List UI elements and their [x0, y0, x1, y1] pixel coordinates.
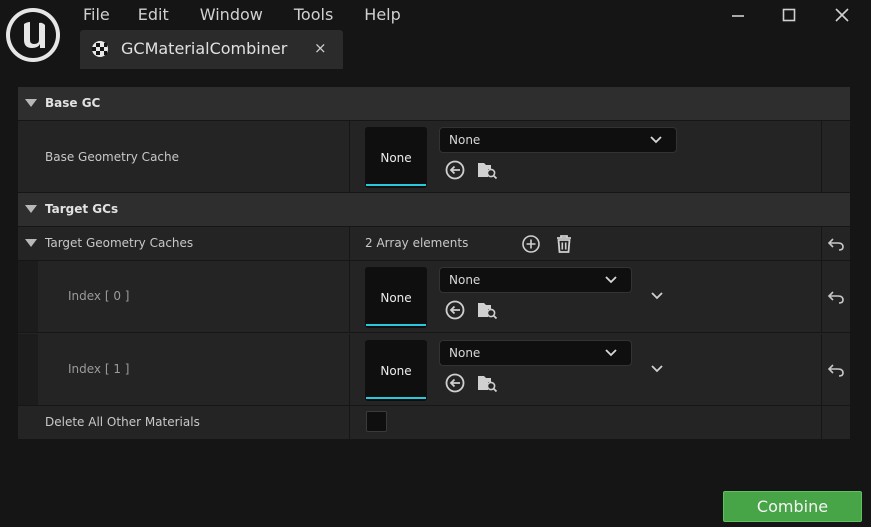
tab-title: GCMaterialCombiner — [121, 39, 288, 58]
property-label: Base Geometry Cache — [45, 150, 180, 164]
menu-help[interactable]: Help — [364, 4, 400, 25]
asset-thumbnail[interactable]: None — [365, 127, 427, 188]
indent-gutter — [18, 334, 38, 405]
array-element-row: Index [ 1 ] None None — [18, 334, 850, 405]
asset-thumbnail[interactable]: None — [365, 340, 427, 401]
reset-to-default-icon[interactable] — [827, 237, 845, 251]
menu-tools[interactable]: Tools — [294, 4, 333, 25]
expand-arrow-icon[interactable] — [25, 239, 37, 247]
combine-button[interactable]: Combine — [723, 491, 862, 522]
category-label: Base GC — [45, 96, 101, 110]
trash-icon[interactable] — [553, 233, 575, 255]
details-panel: Base GC Base Geometry Cache None None Ta… — [18, 87, 850, 439]
expand-arrow-icon — [25, 205, 37, 213]
category-target-gcs[interactable]: Target GCs — [18, 193, 850, 226]
combo-value: None — [449, 346, 481, 360]
combo-value: None — [449, 273, 481, 287]
browse-asset-icon[interactable] — [476, 299, 498, 321]
chevron-down-icon — [605, 276, 617, 284]
menu-window[interactable]: Window — [200, 4, 263, 25]
menu-edit[interactable]: Edit — [138, 4, 169, 25]
property-label: Target Geometry Caches — [45, 236, 194, 250]
asset-thumbnail[interactable]: None — [365, 267, 427, 328]
array-index-label: Index [ 0 ] — [68, 289, 130, 303]
delete-all-other-materials-checkbox[interactable] — [366, 411, 387, 432]
checker-sphere-icon — [92, 41, 108, 57]
thumbnail-accent-bar — [366, 324, 426, 326]
array-count: 2 Array elements — [365, 236, 469, 250]
property-label: Delete All Other Materials — [45, 415, 200, 429]
title-bar: File Edit Window Tools Help GCMaterialCo… — [0, 0, 871, 80]
combo-value: None — [449, 133, 481, 147]
maximize-button[interactable] — [764, 0, 814, 30]
use-selected-asset-icon[interactable] — [444, 372, 466, 394]
target-geometry-caches-row: Target Geometry Caches 2 Array elements — [18, 227, 850, 260]
tab-close-button[interactable]: × — [314, 41, 327, 56]
close-window-button[interactable] — [817, 0, 867, 30]
thumbnail-accent-bar — [366, 397, 426, 399]
tab-gcmaterialcombiner[interactable]: GCMaterialCombiner × — [80, 30, 343, 69]
minimize-button[interactable] — [713, 0, 763, 30]
indent-gutter — [18, 261, 38, 332]
thumbnail-label: None — [380, 364, 412, 378]
reset-to-default-icon[interactable] — [827, 290, 845, 304]
browse-asset-icon[interactable] — [476, 159, 498, 181]
delete-all-other-materials-row: Delete All Other Materials — [18, 406, 850, 439]
minimize-icon — [732, 15, 744, 17]
close-icon — [835, 8, 849, 22]
base-geometry-cache-row: Base Geometry Cache None None — [18, 121, 850, 192]
chevron-down-icon — [650, 136, 662, 144]
chevron-down-icon — [605, 349, 617, 357]
maximize-icon — [782, 8, 796, 22]
menu-bar: File Edit Window Tools Help — [83, 4, 401, 25]
asset-picker-combo[interactable]: None — [439, 340, 632, 366]
category-label: Target GCs — [45, 202, 119, 216]
add-element-icon[interactable] — [520, 233, 542, 255]
element-options-chevron-icon[interactable] — [650, 291, 664, 301]
asset-picker-combo[interactable]: None — [439, 267, 632, 293]
thumbnail-label: None — [380, 151, 412, 165]
thumbnail-accent-bar — [366, 184, 426, 186]
array-index-label: Index [ 1 ] — [68, 362, 130, 376]
unreal-logo-icon[interactable] — [6, 8, 60, 62]
thumbnail-label: None — [380, 291, 412, 305]
asset-picker-combo[interactable]: None — [439, 127, 677, 153]
menu-file[interactable]: File — [83, 4, 110, 25]
browse-asset-icon[interactable] — [476, 372, 498, 394]
expand-arrow-icon — [25, 99, 37, 107]
reset-to-default-icon[interactable] — [827, 363, 845, 377]
use-selected-asset-icon[interactable] — [444, 299, 466, 321]
array-element-row: Index [ 0 ] None None — [18, 261, 850, 332]
element-options-chevron-icon[interactable] — [650, 364, 664, 374]
category-base-gc[interactable]: Base GC — [18, 87, 850, 120]
use-selected-asset-icon[interactable] — [444, 159, 466, 181]
